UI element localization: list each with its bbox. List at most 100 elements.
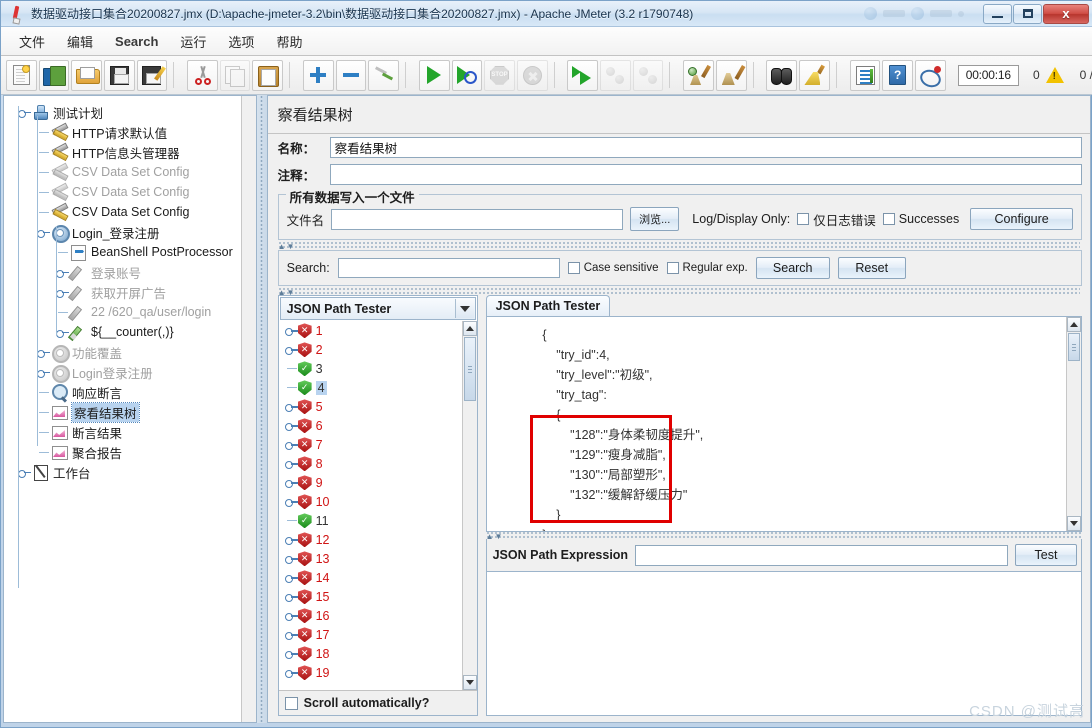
test-button[interactable]: Test [1015, 544, 1077, 566]
result-expand-handle[interactable] [284, 343, 298, 356]
clear-button[interactable] [683, 59, 714, 91]
undo-redo-button[interactable] [914, 59, 946, 91]
successes-checkbox-wrap[interactable]: Successes [882, 212, 959, 226]
result-expand-handle[interactable] [284, 533, 298, 546]
result-list-item[interactable]: ✕ 1 [279, 321, 477, 340]
result-expand-handle[interactable] [284, 571, 298, 584]
result-expand-handle[interactable] [284, 495, 298, 508]
result-list-item[interactable]: ✕ 7 [279, 435, 477, 454]
result-list-item[interactable]: ✕ 13 [279, 549, 477, 568]
result-expand-handle[interactable] [284, 590, 298, 603]
templates-button[interactable] [38, 59, 70, 91]
help-button[interactable]: ? [882, 59, 913, 91]
tree-node[interactable]: CSV Data Set Config [10, 162, 256, 182]
result-expand-handle[interactable] [284, 419, 298, 432]
save-button[interactable] [103, 59, 135, 91]
maximize-button[interactable] [1013, 3, 1042, 24]
test-plan-tree[interactable]: 测试计划 HTTP请求默认值 HTTP信息头管理器 CSV Data Set Conf… [4, 96, 256, 588]
view-selector-combo[interactable]: JSON Path Tester [279, 297, 476, 321]
tree-vertical-scrollbar[interactable] [240, 96, 256, 722]
result-list-item[interactable]: ✓ 4 [279, 378, 477, 397]
filename-input[interactable] [331, 208, 624, 230]
tree-node[interactable]: BeanShell PostProcessor [10, 242, 256, 262]
regular-exp-wrap[interactable]: Regular exp. [666, 261, 748, 274]
viewer-split-handle[interactable]: ▲▼ [485, 531, 1082, 541]
result-list-item[interactable]: ✕ 2 [279, 340, 477, 359]
new-button[interactable] [6, 59, 37, 91]
tree-node[interactable]: 获取开屏广告 [10, 282, 256, 302]
result-list-item[interactable]: ✕ 6 [279, 416, 477, 435]
result-list-item[interactable]: ✕ 12 [279, 530, 477, 549]
tree-node[interactable]: CSV Data Set Config [10, 202, 256, 222]
cut-button[interactable] [187, 59, 218, 91]
result-expand-handle[interactable] [284, 476, 298, 489]
result-expand-handle[interactable] [284, 438, 298, 451]
tree-node[interactable]: HTTP请求默认值 [10, 122, 256, 142]
tree-expand-handle[interactable] [18, 466, 31, 479]
results-scrollbar[interactable] [461, 321, 477, 690]
result-expand-handle[interactable] [284, 647, 298, 660]
result-list-item[interactable]: ✓ 3 [279, 359, 477, 378]
result-expand-handle[interactable] [284, 609, 298, 622]
tree-node[interactable]: Login登录注册 [10, 362, 256, 383]
remote-shutdown-all-button[interactable] [632, 59, 664, 91]
json-path-result-area[interactable] [485, 571, 1082, 716]
comment-input[interactable] [329, 164, 1082, 185]
result-list-item[interactable]: ✕ 14 [279, 568, 477, 587]
paste-button[interactable] [252, 59, 284, 91]
browse-button[interactable]: 浏览... [630, 207, 680, 231]
scroll-thumb[interactable] [463, 337, 476, 402]
scroll-automatically-checkbox[interactable] [284, 696, 298, 710]
tree-node[interactable]: 测试计划 [10, 102, 256, 122]
result-list-item[interactable]: ✕ 17 [279, 625, 477, 644]
menu-run[interactable]: 运行 [170, 28, 216, 55]
menu-edit[interactable]: 编辑 [57, 28, 103, 55]
menu-file[interactable]: 文件 [9, 28, 55, 55]
configure-button[interactable]: Configure [970, 208, 1073, 230]
tab-json-path-tester[interactable]: JSON Path Tester [485, 295, 611, 317]
json-scroll-thumb[interactable] [1068, 333, 1080, 362]
json-content-area[interactable]: { "try_id":4, "try_level":"初级", "try_tag… [485, 316, 1082, 532]
warning-triangle-icon[interactable] [1045, 67, 1064, 83]
close-button[interactable]: x [1043, 3, 1089, 24]
result-list-item[interactable]: ✕ 15 [279, 587, 477, 606]
scroll-down-button[interactable] [462, 675, 477, 690]
json-scroll-up-button[interactable] [1067, 317, 1081, 333]
expand-button[interactable] [303, 59, 334, 91]
scroll-automatically-row[interactable]: Scroll automatically? [278, 690, 477, 715]
split-handle-lower[interactable]: ▲▼ [277, 287, 1080, 297]
tree-node[interactable]: 断言结果 [10, 422, 256, 442]
remote-start-all-button[interactable] [567, 59, 599, 91]
menu-search[interactable]: Search [105, 30, 168, 53]
tree-node[interactable]: HTTP信息头管理器 [10, 142, 256, 162]
tree-node[interactable]: 登录账号 [10, 262, 256, 282]
results-list[interactable]: ✕ 1 ✕ 2 ✓ 3 ✓ 4 ✕ 5 ✕ 6 ✕ 7 ✕ 8 ✕ 9 ✕ 10 ✓ 11 ✕ 12 ✕ 13 ✕ 14 ✕ 15 ✕ 16 ✕… [278, 321, 477, 690]
result-expand-handle[interactable] [284, 552, 298, 565]
shutdown-button[interactable] [516, 59, 548, 91]
regular-exp-checkbox[interactable] [666, 261, 679, 274]
case-sensitive-wrap[interactable]: Case sensitive [567, 261, 659, 274]
search-submit-button[interactable]: Search [755, 256, 830, 279]
search-reset-button[interactable] [799, 59, 830, 91]
split-divider[interactable] [256, 95, 267, 723]
result-expand-handle[interactable] [284, 666, 298, 679]
result-list-item[interactable]: ✓ 11 [279, 511, 477, 530]
tree-node[interactable]: CSV Data Set Config [10, 182, 256, 202]
successes-checkbox[interactable] [882, 213, 895, 225]
scroll-up-button[interactable] [462, 321, 477, 337]
result-list-item[interactable]: ✕ 19 [279, 663, 477, 682]
result-expand-handle[interactable] [284, 400, 298, 413]
result-list-item[interactable]: ✕ 8 [279, 454, 477, 473]
tree-expand-handle[interactable] [18, 106, 31, 119]
tree-node[interactable]: 22 /620_qa/user/login [10, 302, 256, 322]
result-list-item[interactable]: ✕ 5 [279, 397, 477, 416]
search-button[interactable] [766, 59, 798, 91]
result-expand-handle[interactable] [284, 628, 298, 641]
result-list-item[interactable]: ✕ 16 [279, 606, 477, 625]
toggle-button[interactable] [368, 59, 399, 91]
minimize-button[interactable] [983, 3, 1012, 24]
collapse-button[interactable] [335, 59, 367, 91]
stop-button[interactable]: STOP [484, 59, 515, 91]
save-as-button[interactable] [136, 59, 168, 91]
tree-node[interactable]: Login_登录注册 [10, 222, 256, 243]
